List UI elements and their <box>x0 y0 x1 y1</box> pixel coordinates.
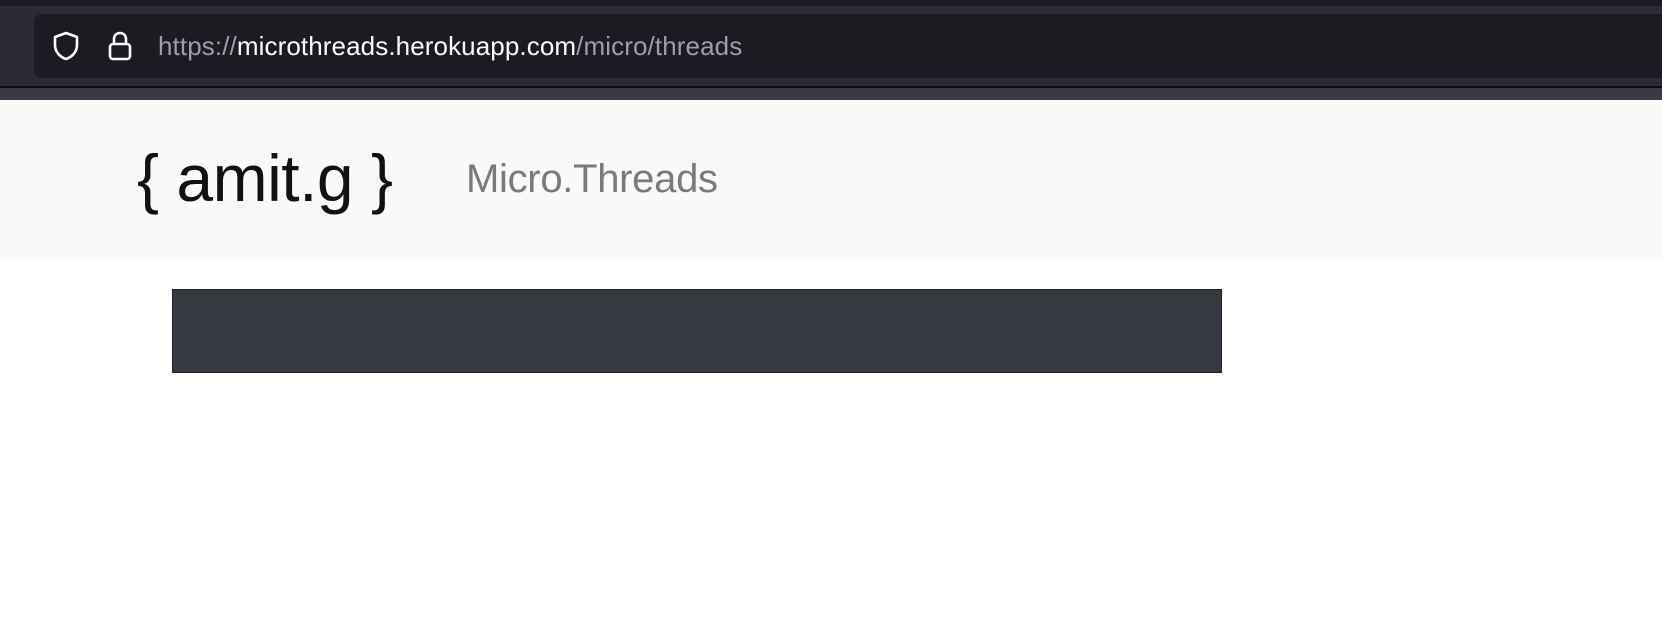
address-bar[interactable]: https://microthreads.herokuapp.com/micro… <box>34 14 1662 78</box>
tracking-protection-shield-icon[interactable] <box>50 30 82 62</box>
url-text[interactable]: https://microthreads.herokuapp.com/micro… <box>158 31 742 61</box>
url-scheme: https:// <box>158 31 237 61</box>
dark-content-panel <box>172 289 1222 373</box>
tab-strip-edge <box>0 0 1662 6</box>
site-header: { amit.g } Micro.Threads <box>0 100 1662 257</box>
url-path: /micro/threads <box>576 31 743 61</box>
bookmarks-strip <box>0 88 1662 100</box>
browser-toolbar: https://microthreads.herokuapp.com/micro… <box>0 0 1662 100</box>
nav-link-micro-threads[interactable]: Micro.Threads <box>466 156 718 202</box>
lock-icon[interactable] <box>104 30 136 62</box>
site-brand-link[interactable]: { amit.g } <box>137 140 393 216</box>
url-host: microthreads.herokuapp.com <box>236 31 577 61</box>
